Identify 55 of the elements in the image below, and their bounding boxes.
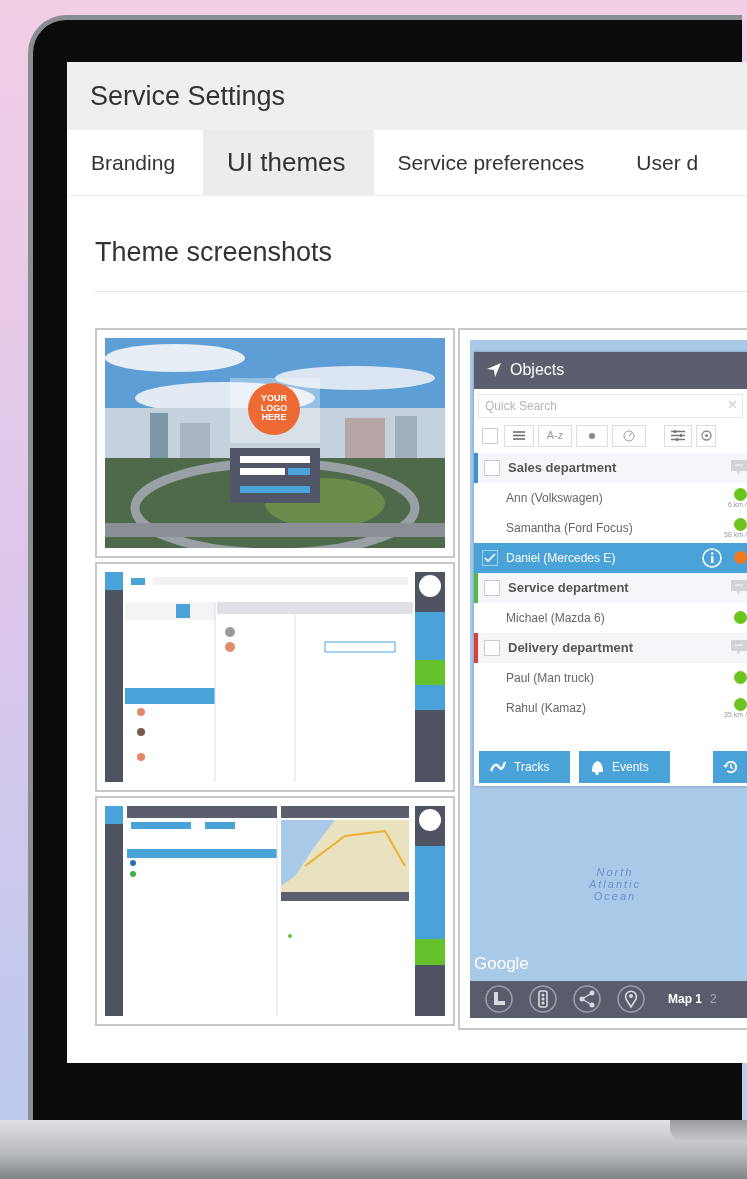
map-label: North Atlantic Ocean xyxy=(587,865,643,902)
group-checkbox[interactable] xyxy=(484,459,500,476)
comment-icon xyxy=(731,459,747,476)
traffic-light-icon[interactable] xyxy=(528,984,558,1014)
object-name: Daniel (Mercedes E) xyxy=(506,549,616,567)
object-name: Paul (Man truck) xyxy=(506,669,595,687)
tab[interactable]: Service preferences xyxy=(373,130,613,195)
gauge-icon xyxy=(623,429,635,442)
object-name: Rahul (Kamaz) xyxy=(506,699,587,717)
group-name: Service department xyxy=(508,578,629,597)
row-checkbox[interactable] xyxy=(482,549,498,566)
check-icon xyxy=(484,552,496,563)
group-row[interactable]: Service department xyxy=(474,572,747,603)
object-row[interactable]: Michael (Mazda 6) xyxy=(474,602,747,633)
tab[interactable]: UI themes xyxy=(203,130,374,195)
bell-icon xyxy=(589,758,605,775)
map-attribution: Google xyxy=(474,953,529,975)
group-checkbox[interactable] xyxy=(484,639,500,656)
location-pin-icon[interactable] xyxy=(616,984,646,1014)
filter-settings-button[interactable] xyxy=(664,424,692,447)
share-icon[interactable] xyxy=(572,984,602,1014)
map-tab[interactable]: Map 1 xyxy=(668,990,702,1008)
tab[interactable]: Branding xyxy=(67,130,204,195)
group-name: Delivery department xyxy=(508,638,633,657)
theme-thumbnail[interactable]: YOUR LOGO HERE xyxy=(95,327,455,558)
comment-icon xyxy=(731,579,747,596)
history-icon xyxy=(723,758,737,775)
search-field[interactable]: Quick Search xyxy=(478,393,743,418)
tab[interactable]: User d xyxy=(612,130,727,195)
list-icon xyxy=(513,431,525,440)
object-name: Samantha (Ford Focus) xyxy=(506,519,633,537)
dot-icon xyxy=(589,432,595,439)
navigation-arrow-icon xyxy=(486,362,502,378)
history-button[interactable] xyxy=(713,750,747,783)
object-name: Ann (Volkswagen) xyxy=(506,489,603,507)
sliders-icon xyxy=(671,430,685,441)
page-title: Service Settings xyxy=(90,79,286,113)
object-name: Michael (Mazda 6) xyxy=(506,609,605,627)
theme-thumbnail[interactable] xyxy=(458,327,747,1030)
speed-filter-button[interactable] xyxy=(612,424,646,447)
comment-icon xyxy=(731,639,747,656)
ruler-icon[interactable] xyxy=(484,984,514,1014)
panel-title: Objects xyxy=(510,360,565,380)
settings-button[interactable] xyxy=(696,424,716,447)
group-checkbox[interactable] xyxy=(484,579,500,596)
select-all-checkbox[interactable] xyxy=(482,427,498,444)
info-icon[interactable] xyxy=(702,547,722,568)
group-row[interactable]: Delivery department xyxy=(474,632,747,663)
group-row[interactable]: Sales department xyxy=(474,452,747,483)
list-view-button[interactable] xyxy=(504,424,534,447)
settings-icon xyxy=(700,430,712,441)
object-row[interactable]: Paul (Man truck) xyxy=(474,662,747,693)
group-name: Sales department xyxy=(508,458,617,477)
section-title: Theme screenshots xyxy=(94,236,334,269)
status-filter-button[interactable] xyxy=(576,424,608,447)
